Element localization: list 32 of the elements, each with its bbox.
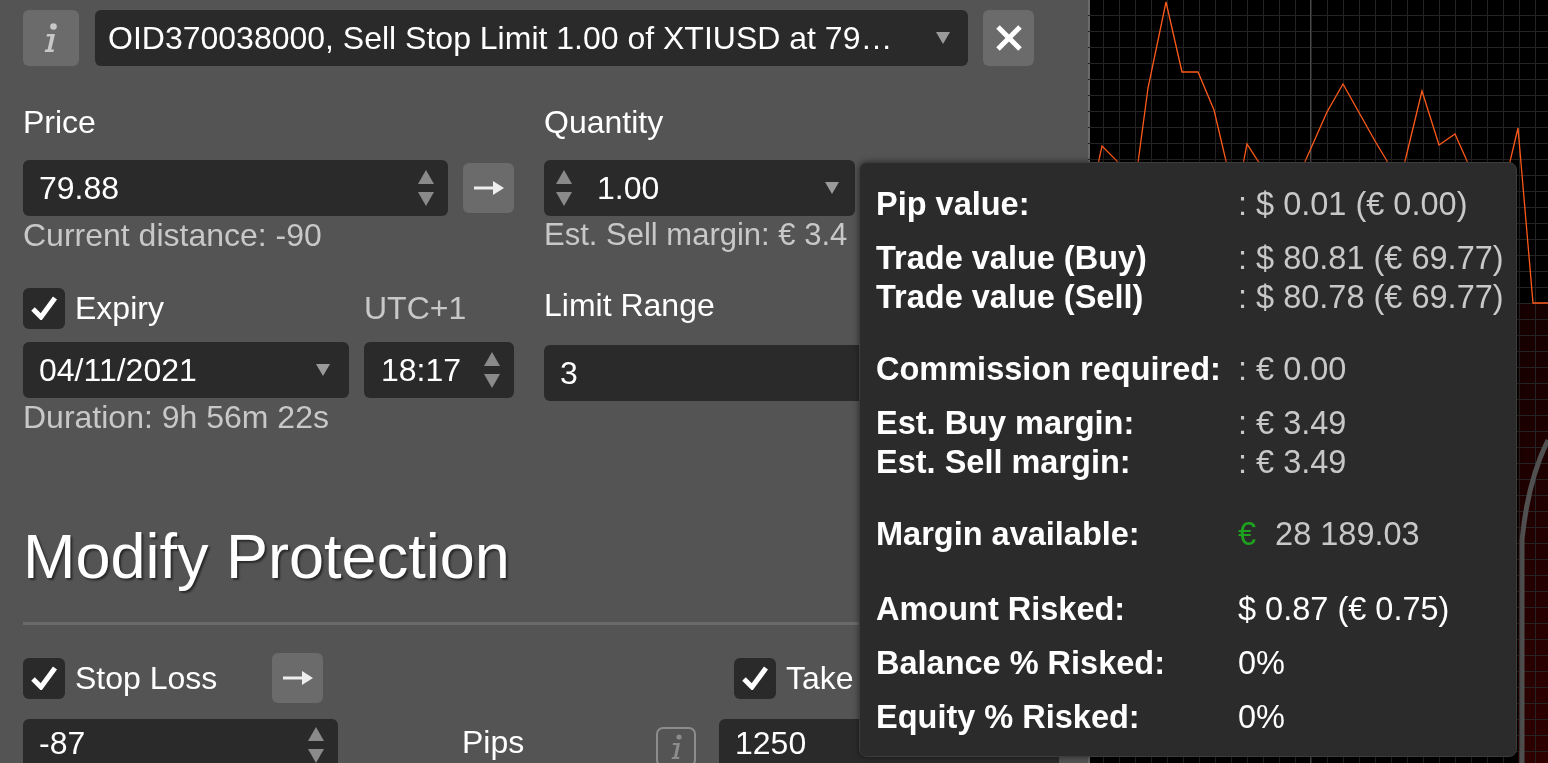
take-profit-label: Take <box>786 660 854 696</box>
price-label: Price <box>23 104 96 140</box>
info-value: $ 0.87 (€ 0.75) <box>1238 590 1450 629</box>
section-heading: Modify Protection <box>23 520 510 592</box>
info-value: : € 3.49 <box>1238 404 1347 443</box>
info-value: 0% <box>1238 644 1285 683</box>
currency-symbol: € <box>1238 515 1257 554</box>
info-label: Pip value: <box>876 185 1030 224</box>
timezone-label: UTC+1 <box>364 290 467 326</box>
limit-range-label: Limit Range <box>544 287 715 323</box>
info-value: : € 0.00 <box>1238 350 1347 389</box>
info-label: Est. Buy margin: <box>876 404 1135 443</box>
pips-label: Pips <box>462 727 525 758</box>
duration-text: Duration: 9h 56m 22s <box>23 399 329 435</box>
info-value: 28 189.03 <box>1275 515 1420 554</box>
expiry-label: Expiry <box>75 290 164 326</box>
info-label: Balance % Risked: <box>876 644 1165 683</box>
quantity-label: Quantity <box>544 104 664 140</box>
info-label: Trade value (Sell) <box>876 278 1144 317</box>
info-label: Amount Risked: <box>876 590 1126 629</box>
info-label: Margin available: <box>876 515 1140 554</box>
stop-loss-label: Stop Loss <box>75 660 218 696</box>
info-value: : $ 0.01 (€ 0.00) <box>1238 185 1468 224</box>
info-label: Trade value (Buy) <box>876 239 1147 278</box>
info-value: : $ 80.81 (€ 69.77) <box>1238 239 1504 278</box>
info-value: : € 3.49 <box>1238 443 1347 482</box>
margin-estimate-text: Est. Sell margin: € 3.4 <box>544 217 848 253</box>
info-value: : $ 80.78 (€ 69.77) <box>1238 278 1504 317</box>
info-label: Equity % Risked: <box>876 698 1140 737</box>
info-label: Est. Sell margin: <box>876 443 1131 482</box>
info-value: 0% <box>1238 698 1285 737</box>
distance-text: Current distance: -90 <box>23 217 322 253</box>
